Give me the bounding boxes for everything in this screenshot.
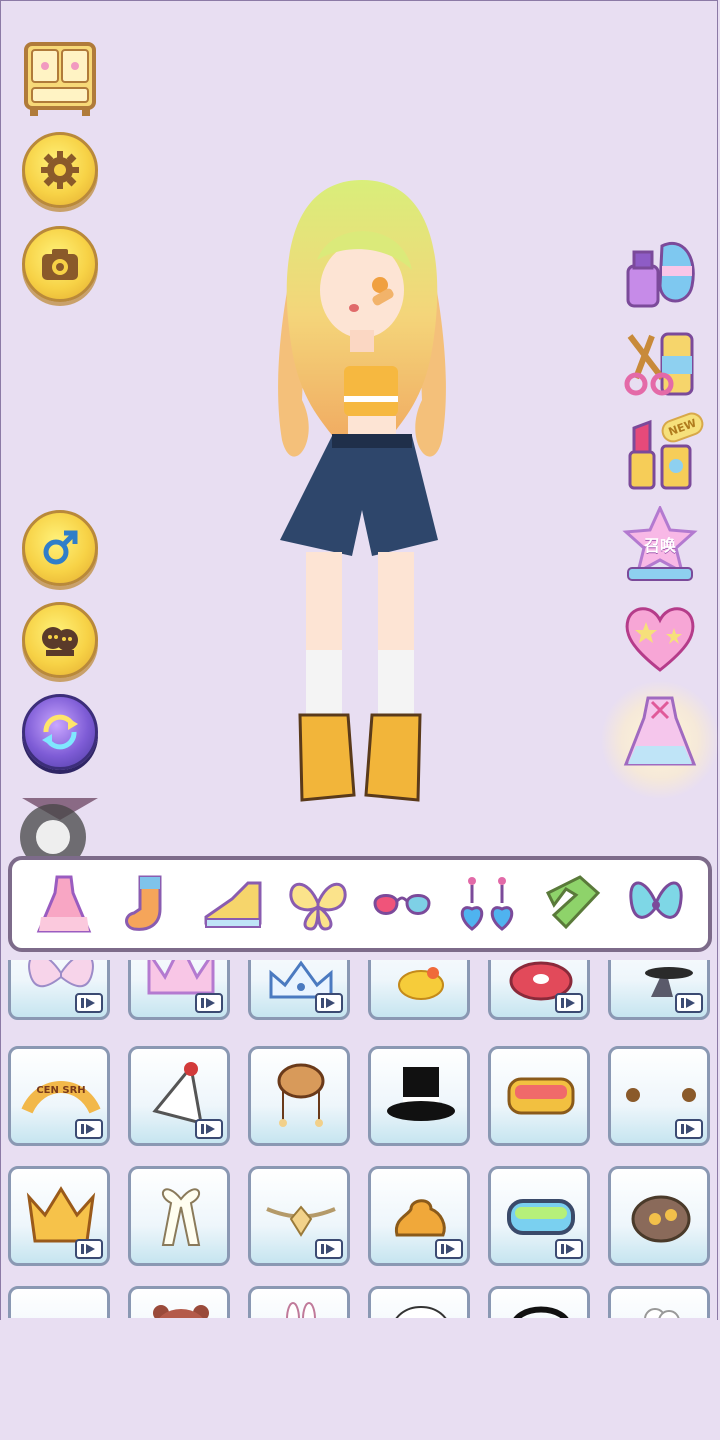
video-ad-icon: [75, 1119, 103, 1139]
tab-shoes[interactable]: [200, 871, 266, 937]
scissors-icon: [624, 332, 694, 396]
item-cell[interactable]: [608, 960, 710, 1020]
video-ad-icon: [75, 993, 103, 1013]
duck-icon: [398, 967, 444, 1000]
headphones-icon: [513, 1306, 569, 1318]
heart-icon: [625, 607, 695, 672]
item-cell[interactable]: [248, 960, 350, 1020]
item-cell[interactable]: [368, 1286, 470, 1318]
wings-icon: [289, 882, 347, 931]
item-cell[interactable]: [488, 1046, 590, 1146]
character-avatar: [262, 180, 462, 810]
video-ad-icon: [675, 993, 703, 1013]
tab-wings[interactable]: [285, 871, 351, 937]
tab-dress[interactable]: [31, 871, 97, 937]
video-ad-icon: [315, 1239, 343, 1259]
faces-icon: [42, 627, 78, 656]
item-cell[interactable]: [8, 960, 110, 1020]
item-cell[interactable]: [248, 1046, 350, 1146]
tab-earrings[interactable]: [454, 871, 520, 937]
item-cell[interactable]: [608, 1046, 710, 1146]
scarf-icon: [546, 875, 601, 930]
item-grid: CEN SRH: [0, 960, 720, 1318]
ribbon-icon: [161, 1188, 201, 1246]
summon-button[interactable]: 召唤: [622, 504, 698, 582]
video-ad-icon: [195, 993, 223, 1013]
video-ad-icon: [555, 993, 583, 1013]
item-cell[interactable]: [488, 1286, 590, 1318]
summon-label: 召唤: [643, 536, 676, 555]
item-cell[interactable]: [8, 1166, 110, 1266]
hair-style-button[interactable]: [622, 326, 698, 402]
favorites-button[interactable]: [622, 600, 698, 676]
video-ad-icon: [675, 1119, 703, 1139]
item-cell[interactable]: [128, 960, 230, 1020]
nail-polish-icon: [626, 242, 695, 308]
gender-button[interactable]: [22, 510, 98, 586]
item-cell[interactable]: [8, 1286, 110, 1318]
dress-icon: [36, 875, 92, 933]
video-ad-icon: [435, 1239, 463, 1259]
outfit-button[interactable]: [622, 692, 698, 768]
panda-hat-icon: [395, 1306, 447, 1318]
video-ad-icon: [75, 1239, 103, 1259]
top-hat-icon: [387, 1067, 455, 1121]
item-cell[interactable]: [608, 1166, 710, 1266]
item-cell[interactable]: [128, 1166, 230, 1266]
dog-hat-icon: [277, 1063, 325, 1127]
swap-button[interactable]: [22, 694, 98, 770]
item-cell[interactable]: [248, 1166, 350, 1266]
floating-dot: [36, 820, 70, 854]
glasses-icon: [373, 894, 431, 915]
faces-button[interactable]: [22, 602, 98, 678]
sneaker-icon: [204, 881, 262, 928]
item-cell[interactable]: CEN SRH: [8, 1046, 110, 1146]
nail-polish-button[interactable]: [622, 236, 698, 312]
item-cell[interactable]: [608, 1286, 710, 1318]
video-ad-icon: [195, 1119, 223, 1139]
tab-glasses[interactable]: [369, 871, 435, 937]
item-cell[interactable]: [368, 1166, 470, 1266]
camera-icon: [42, 249, 78, 280]
tab-bow[interactable]: [623, 871, 689, 937]
tab-scarf[interactable]: [538, 871, 604, 937]
bunny-ears-icon: [286, 1302, 316, 1318]
video-ad-icon: [315, 993, 343, 1013]
dress-icon: [623, 696, 697, 766]
flower-icon: [644, 1308, 680, 1318]
item-cell[interactable]: [488, 960, 590, 1020]
item-cell[interactable]: [128, 1046, 230, 1146]
male-icon: [43, 530, 78, 565]
item-cell[interactable]: [248, 1286, 350, 1318]
bow-icon: [629, 881, 683, 919]
camera-button[interactable]: [22, 226, 98, 302]
headband-text: CEN SRH: [36, 1085, 85, 1096]
swap-icon: [42, 714, 78, 750]
settings-button[interactable]: [22, 132, 98, 208]
wardrobe-button[interactable]: [22, 40, 98, 120]
bear-hat-icon: [153, 1305, 209, 1318]
item-cell[interactable]: [128, 1286, 230, 1318]
earrings-icon: [460, 877, 513, 931]
category-tab-bar: [8, 856, 712, 952]
video-ad-icon: [555, 1239, 583, 1259]
item-cell[interactable]: [368, 960, 470, 1020]
goggles-icon: [507, 1077, 575, 1115]
bottom-empty-area: [0, 1320, 720, 1440]
steampunk-hat-icon: [631, 1195, 691, 1243]
partial-item-icon: [21, 1299, 101, 1318]
makeup-button[interactable]: NEW: [622, 409, 707, 492]
item-cell[interactable]: [368, 1046, 470, 1146]
item-cell[interactable]: [488, 1166, 590, 1266]
gear-icon: [41, 151, 79, 189]
sock-icon: [124, 875, 162, 931]
wardrobe-icon: [24, 42, 96, 116]
tab-socks[interactable]: [116, 871, 182, 937]
